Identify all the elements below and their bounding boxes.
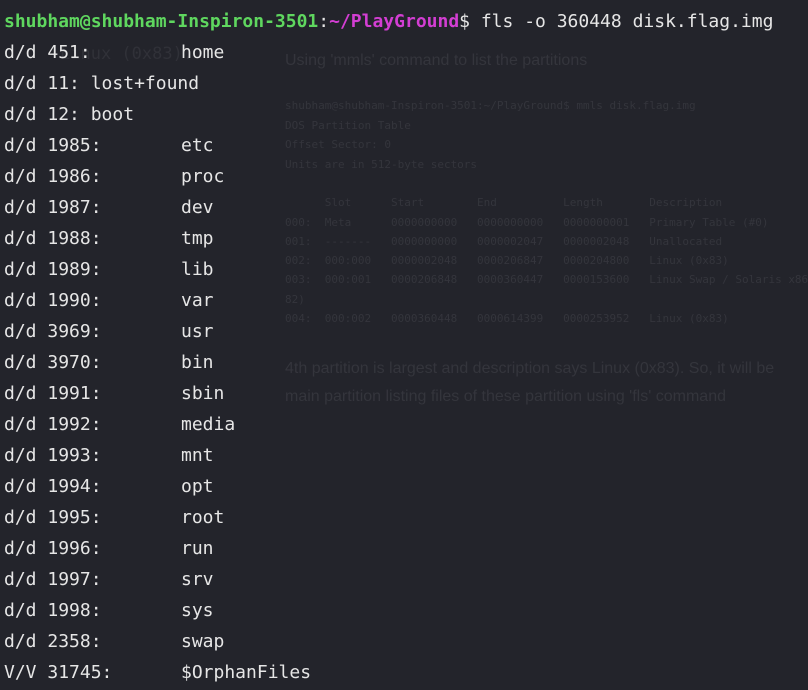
entry-type: d/d (4, 352, 37, 373)
entry-type: d/d (4, 166, 37, 187)
shell-prompt: shubham@shubham-Inspiron-3501:~/PlayGrou… (4, 6, 773, 37)
entry-inode: 1991: (47, 383, 102, 404)
entry-inode: 1997: (47, 569, 102, 590)
entry-type: d/d (4, 383, 37, 404)
listing-row: d/d 1990: var (4, 285, 214, 316)
entry-type: d/d (4, 414, 37, 435)
entry-inode: 11: (47, 73, 80, 94)
entry-name: etc (181, 135, 214, 156)
entry-name: boot (90, 104, 135, 125)
entry-inode: 1995: (47, 507, 102, 528)
entry-inode: 1986: (47, 166, 102, 187)
listing-row: d/d 12: boot (4, 99, 134, 130)
entry-name: $OrphanFiles (181, 662, 312, 683)
entry-inode: 451: (47, 42, 91, 63)
entry-name: media (181, 414, 236, 435)
terminal-window: Using 'mmls' command to list the partiti… (0, 0, 808, 690)
entry-name: opt (181, 476, 214, 497)
entry-inode: 3970: (47, 352, 102, 373)
prompt-command: $ fls -o 360448 disk.flag.img (459, 11, 774, 32)
entry-name: dev (181, 197, 214, 218)
entry-inode: 1993: (47, 445, 102, 466)
listing-row: d/d 1987: dev (4, 192, 214, 223)
entry-inode: 31745: (47, 662, 113, 683)
entry-inode: 12: (47, 104, 80, 125)
listing-row: d/d 2358: swap (4, 626, 224, 657)
listing-row: V/V 31745: $OrphanFiles (4, 657, 311, 688)
entry-type: d/d (4, 538, 37, 559)
entry-inode: 1985: (47, 135, 102, 156)
entry-inode: 1998: (47, 600, 102, 621)
prompt-colon: : (318, 11, 330, 32)
listing-row: d/d 1998: sys (4, 595, 214, 626)
entry-type: d/d (4, 600, 37, 621)
listing-row: d/d 3970: bin (4, 347, 214, 378)
entry-inode: 1989: (47, 259, 102, 280)
entry-type: d/d (4, 476, 37, 497)
entry-inode: 1996: (47, 538, 102, 559)
prompt-user-host: shubham@shubham-Inspiron-3501 (4, 11, 319, 32)
entry-name: lost+found (90, 73, 200, 94)
entry-inode: 1990: (47, 290, 102, 311)
listing-row: d/d 1992: media (4, 409, 235, 440)
entry-name: usr (181, 321, 214, 342)
entry-name: bin (181, 352, 214, 373)
entry-inode: 3969: (47, 321, 102, 342)
entry-name: root (181, 507, 225, 528)
entry-name: lib (181, 259, 214, 280)
listing-row: d/d 451: home (4, 37, 224, 68)
prompt-path: ~/PlayGround (329, 11, 460, 32)
entry-type: d/d (4, 321, 37, 342)
listing-row: d/d 1985: etc (4, 130, 214, 161)
entry-type: d/d (4, 507, 37, 528)
entry-type: d/d (4, 631, 37, 652)
listing-row: d/d 1989: lib (4, 254, 214, 285)
entry-name: run (181, 538, 214, 559)
terminal-output[interactable]: shubham@shubham-Inspiron-3501:~/PlayGrou… (0, 0, 808, 690)
listing-row: d/d 1993: mnt (4, 440, 214, 471)
entry-type: d/d (4, 42, 37, 63)
entry-type: d/d (4, 445, 37, 466)
entry-name: proc (181, 166, 225, 187)
entry-inode: 1988: (47, 228, 102, 249)
listing-row: d/d 1997: srv (4, 564, 214, 595)
entry-name: swap (181, 631, 225, 652)
entry-name: mnt (181, 445, 214, 466)
listing-row: d/d 1995: root (4, 502, 224, 533)
entry-inode: 1994: (47, 476, 102, 497)
listing-row: d/d 11: lost+found (4, 68, 199, 99)
entry-name: home (181, 42, 225, 63)
entry-name: tmp (181, 228, 214, 249)
entry-type: d/d (4, 228, 37, 249)
entry-name: sbin (181, 383, 225, 404)
entry-type: d/d (4, 569, 37, 590)
listing-row: d/d 3969: usr (4, 316, 214, 347)
entry-inode: 1987: (47, 197, 102, 218)
listing-row: d/d 1991: sbin (4, 378, 224, 409)
listing-row: d/d 1988: tmp (4, 223, 214, 254)
listing-row: d/d 1996: run (4, 533, 214, 564)
entry-type: d/d (4, 73, 37, 94)
entry-type: d/d (4, 290, 37, 311)
entry-type: d/d (4, 135, 37, 156)
entry-type: d/d (4, 104, 37, 125)
entry-type: d/d (4, 259, 37, 280)
entry-inode: 1992: (47, 414, 102, 435)
listing-row: d/d 1994: opt (4, 471, 214, 502)
entry-inode: 2358: (47, 631, 102, 652)
entry-name: sys (181, 600, 214, 621)
entry-name: srv (181, 569, 214, 590)
entry-type: d/d (4, 197, 37, 218)
entry-type: V/V (4, 662, 37, 683)
entry-name: var (181, 290, 214, 311)
listing-row: d/d 1986: proc (4, 161, 224, 192)
